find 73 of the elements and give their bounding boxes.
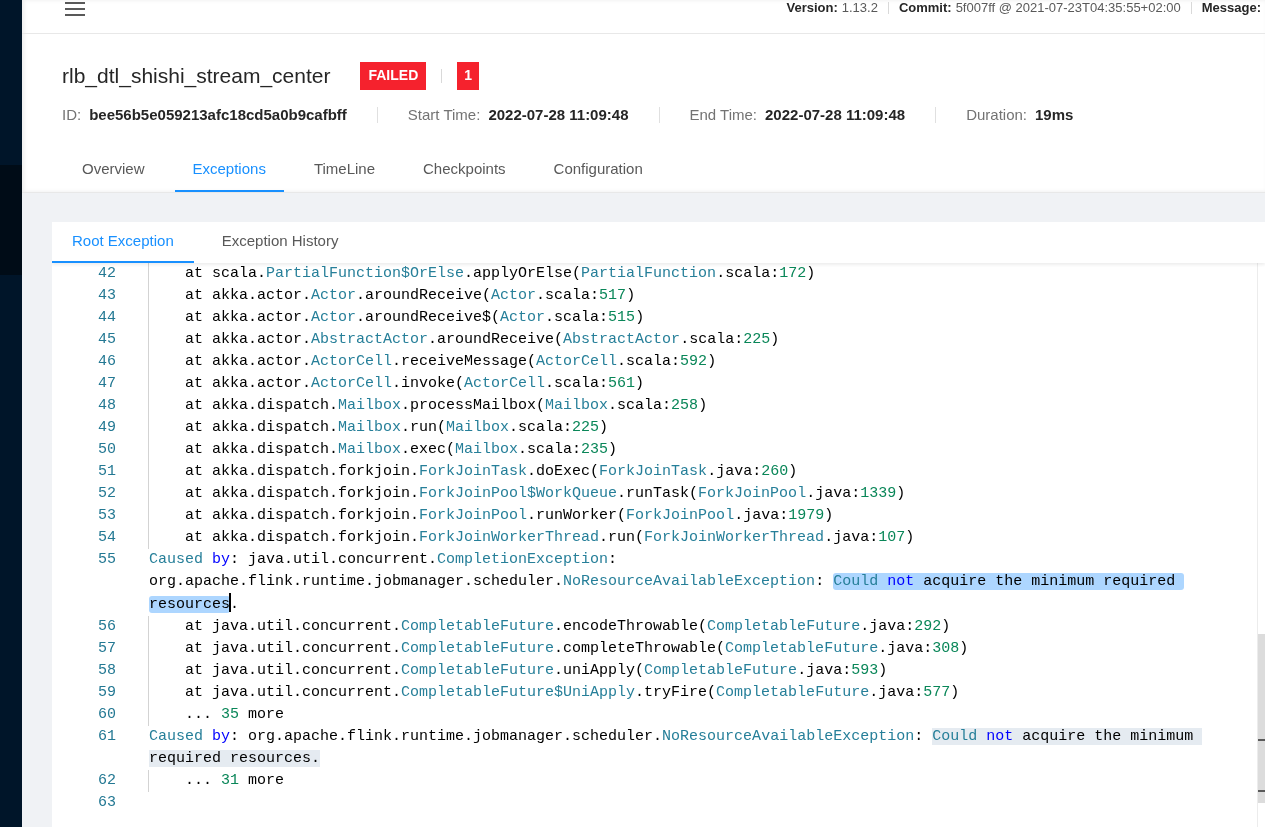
match-highlight: required resources. xyxy=(149,750,321,767)
code-line: at akka.dispatch.forkjoin.ForkJoinPool$WorkQueue.runTask(ForkJoinPool.java:1339) xyxy=(185,485,906,502)
code-line: at akka.actor.Actor.aroundReceive(Actor.scala:517) xyxy=(185,287,636,304)
code-line: at akka.actor.AbstractActor.aroundReceive(AbstractActor.scala:225) xyxy=(185,331,780,348)
code-line: at java.util.concurrent.CompletableFuture.encodeThrowable(CompletableFuture.java:292) xyxy=(185,618,951,635)
code-line: at java.util.concurrent.CompletableFuture$UniApply.tryFire(CompletableFuture.java:577) xyxy=(185,684,960,701)
line-number: 50 xyxy=(98,440,116,460)
ruler-mark xyxy=(1258,739,1265,741)
code-text: Caused by: java.util.concurrent.CompletionException: org.apache.flink.runtime.jobmanager.scheduler.NoResourceAvailableException: xyxy=(149,551,826,590)
detail-label: Start Time: xyxy=(407,104,481,125)
count-badge: 1 xyxy=(457,61,480,90)
line-number: 46 xyxy=(98,352,116,372)
scrollbar-thumb[interactable] xyxy=(1258,634,1265,803)
line-number: 59 xyxy=(98,683,116,703)
line-number: 42 xyxy=(98,264,116,284)
text-selection: resources xyxy=(149,596,230,613)
page-tab[interactable]: Overview xyxy=(64,148,163,192)
text-selection: Could not acquire the minimum required xyxy=(833,573,1185,590)
info-value: 5f007ff @ 2021-07-23T04:35:55+02:00 xyxy=(955,0,1181,16)
detail-value: bee56b5e059213afc18cd5a0b9cafbff xyxy=(89,104,347,125)
code-line: at akka.actor.ActorCell.receiveMessage(ActorCell.scala:592) xyxy=(185,353,717,370)
line-number: 63 xyxy=(98,793,116,813)
detail-label: ID: xyxy=(62,104,82,125)
line-number: 51 xyxy=(98,462,116,482)
code-line: at akka.dispatch.forkjoin.ForkJoinPool.runWorker(ForkJoinPool.java:1979) xyxy=(185,507,834,524)
code-line: ... 31 more xyxy=(185,772,285,789)
code-line: at akka.dispatch.forkjoin.ForkJoinTask.doExec(ForkJoinTask.java:260) xyxy=(185,463,798,480)
line-number: 56 xyxy=(98,617,116,637)
line-number: 49 xyxy=(98,418,116,438)
line-number: 58 xyxy=(98,661,116,681)
info-label: Version: xyxy=(786,0,838,16)
code-line: at akka.dispatch.Mailbox.run(Mailbox.scala:225) xyxy=(185,419,609,436)
line-number: 47 xyxy=(98,374,116,394)
detail-value: 2022-07-28 11:09:48 xyxy=(765,104,906,125)
page-tab[interactable]: TimeLine xyxy=(295,148,394,192)
detail-value: 19ms xyxy=(1035,104,1074,125)
code-line: ... 35 more xyxy=(185,706,285,723)
code-line: at akka.actor.Actor.aroundReceive$(Actor.scala:515) xyxy=(185,309,645,326)
info-label: Message: xyxy=(1201,0,1261,16)
code-line: at java.util.concurrent.CompletableFuture.uniApply(CompletableFuture.java:593) xyxy=(185,662,888,679)
info-value: 1.13.2 xyxy=(841,0,878,16)
code-text: . xyxy=(230,596,240,613)
code-line: at akka.dispatch.forkjoin.ForkJoinWorkerThread.run(ForkJoinWorkerThread.java:107) xyxy=(185,529,915,546)
code-line: at akka.actor.ActorCell.invoke(ActorCell.scala:561) xyxy=(185,375,645,392)
page-tab[interactable]: Checkpoints xyxy=(405,148,524,192)
code-line: at akka.dispatch.Mailbox.exec(Mailbox.scala:235) xyxy=(185,441,618,458)
line-number: 45 xyxy=(98,330,116,350)
line-number: 53 xyxy=(98,506,116,526)
code-text: Caused by: org.apache.flink.runtime.jobmanager.scheduler.NoResourceAvailableException: xyxy=(149,728,925,745)
line-number: 55 xyxy=(98,550,116,570)
line-number: 48 xyxy=(98,396,116,416)
job-title: rlb_dtl_shishi_stream_center xyxy=(62,62,331,90)
line-number: 61 xyxy=(98,727,116,747)
code-line: at akka.dispatch.Mailbox.processMailbox(Mailbox.scala:258) xyxy=(185,397,708,414)
line-number: 57 xyxy=(98,639,116,659)
line-number: 43 xyxy=(98,286,116,306)
detail-label: Duration: xyxy=(966,104,1028,125)
code-line: at scala.PartialFunction$OrElse.applyOrElse(PartialFunction.scala:172) xyxy=(185,265,816,282)
detail-label: End Time: xyxy=(689,104,758,125)
info-label: Commit: xyxy=(898,0,952,16)
ruler-mark xyxy=(1258,790,1265,792)
code-line: at java.util.concurrent.CompletableFuture.completeThrowable(CompletableFuture.java:308) xyxy=(185,640,969,657)
line-number: 52 xyxy=(98,484,116,504)
line-number: 44 xyxy=(98,308,116,328)
exception-tab[interactable]: Exception History xyxy=(201,222,359,263)
line-number: 62 xyxy=(98,771,116,791)
line-number: 54 xyxy=(98,528,116,548)
menu-icon[interactable] xyxy=(65,2,85,16)
status-badge: FAILED xyxy=(360,61,427,90)
line-number: 60 xyxy=(98,705,116,725)
page-tab[interactable]: Configuration xyxy=(535,148,661,192)
detail-value: 2022-07-28 11:09:48 xyxy=(488,104,629,125)
match-highlight: Could not acquire the minimum xyxy=(932,728,1203,745)
